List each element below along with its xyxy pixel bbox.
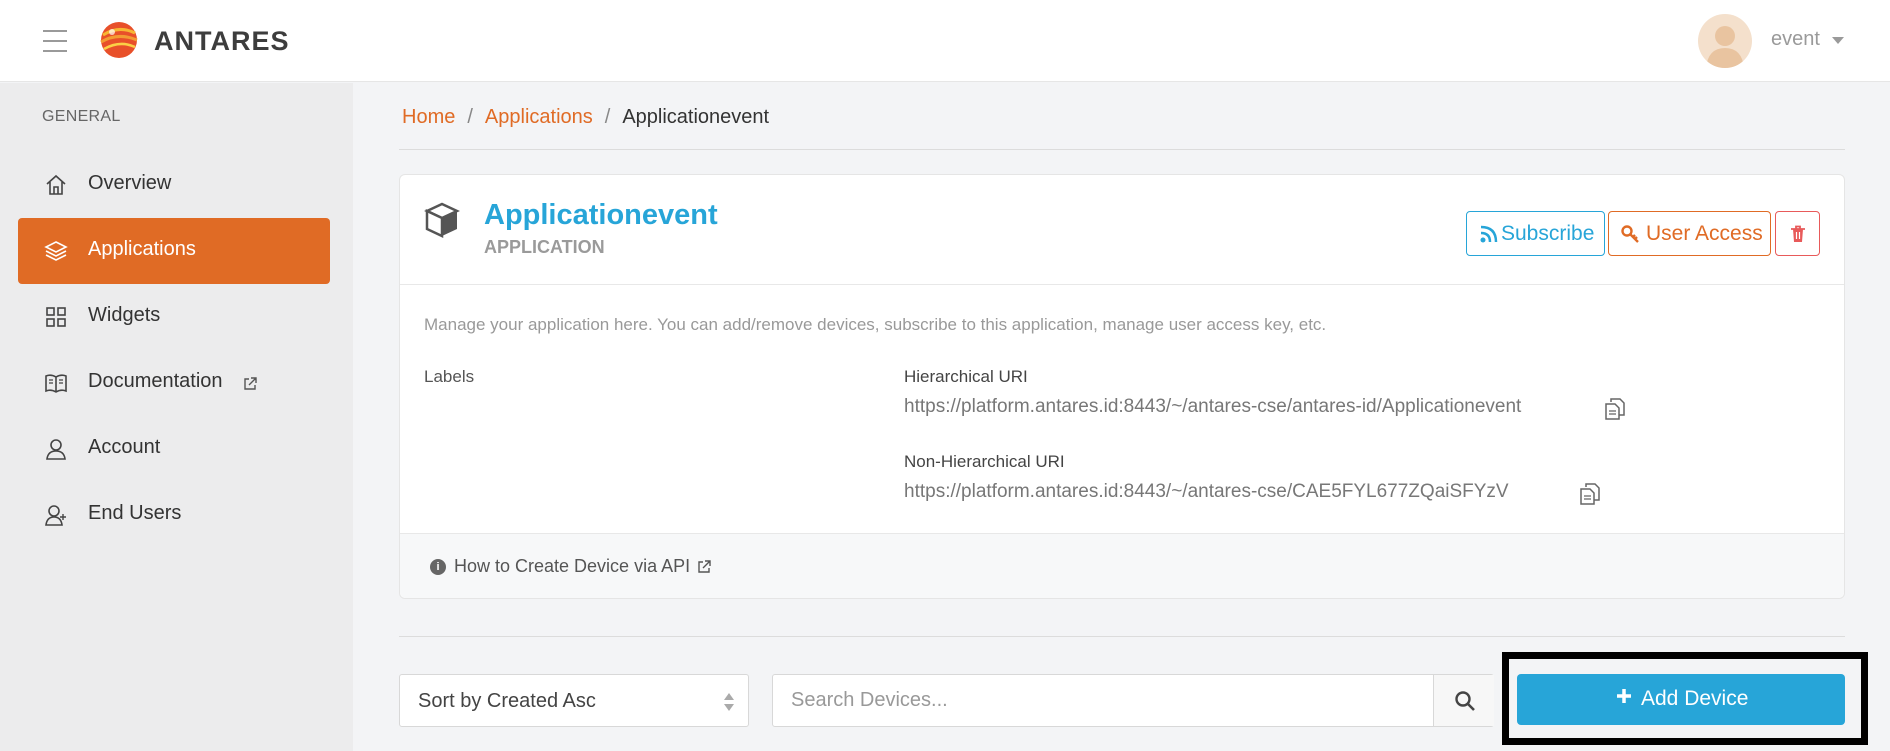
grid-icon: [46, 307, 66, 327]
sidebar-item-documentation[interactable]: Documentation: [18, 350, 330, 416]
delete-button[interactable]: [1775, 211, 1820, 256]
avatar[interactable]: [1698, 14, 1752, 68]
user-menu-name[interactable]: event: [1771, 28, 1820, 51]
subscribe-label: Subscribe: [1501, 222, 1595, 245]
copy-icon[interactable]: [1579, 482, 1601, 506]
breadcrumb-home[interactable]: Home: [402, 106, 455, 128]
divider: [399, 636, 1845, 637]
breadcrumb-separator: /: [604, 106, 611, 128]
application-description: Manage your application here. You can ad…: [424, 315, 1327, 334]
non-hierarchical-uri-label: Non-Hierarchical URI: [904, 452, 1065, 471]
sort-select-value: Sort by Created Asc: [418, 690, 596, 712]
breadcrumb-current: Applicationevent: [622, 106, 770, 128]
user-icon: [46, 439, 66, 460]
layers-icon: [44, 241, 68, 261]
sidebar-item-label: Documentation: [88, 370, 223, 392]
rss-icon: [1480, 225, 1498, 243]
top-bar: ANTARES event: [0, 0, 1890, 82]
users-icon: [45, 505, 66, 526]
page-title: Applicationevent: [484, 199, 718, 231]
external-link-icon: [244, 377, 257, 390]
cube-icon: [424, 202, 460, 238]
sidebar-item-applications[interactable]: Applications: [18, 218, 330, 284]
brand-name: ANTARES: [154, 26, 290, 56]
sidebar-item-label: Account: [88, 436, 161, 458]
user-access-button[interactable]: User Access: [1608, 211, 1771, 256]
sidebar-item-label: Applications: [88, 238, 196, 260]
sidebar-item-end-users[interactable]: End Users: [18, 482, 330, 548]
info-icon: i: [430, 559, 446, 575]
search-button[interactable]: [1433, 675, 1494, 726]
antares-logo[interactable]: [98, 20, 140, 60]
breadcrumb-separator: /: [467, 106, 473, 128]
application-card: Applicationevent APPLICATION Subscribe U…: [399, 174, 1845, 599]
add-device-label: Add Device: [1641, 687, 1749, 710]
chevron-down-icon[interactable]: [1832, 37, 1844, 44]
home-icon: [46, 174, 66, 195]
search-input[interactable]: [773, 675, 1433, 726]
copy-icon[interactable]: [1604, 397, 1626, 421]
non-hierarchical-uri-value: https://platform.antares.id:8443/~/antar…: [904, 481, 1509, 502]
sidebar-heading: GENERAL: [42, 108, 121, 125]
card-footer: i How to Create Device via API: [400, 533, 1844, 598]
hierarchical-uri-label: Hierarchical URI: [904, 367, 1028, 386]
sidebar-item-overview[interactable]: Overview: [18, 152, 330, 218]
breadcrumb: Home / Applications / Applicationevent: [402, 106, 769, 129]
sort-select[interactable]: Sort by Created Asc: [399, 674, 749, 727]
sidebar-item-label: Widgets: [88, 304, 161, 326]
search-bar: [772, 674, 1494, 727]
sidebar: GENERAL Overview Applications Widgets Do…: [0, 83, 353, 751]
sidebar-item-widgets[interactable]: Widgets: [18, 284, 330, 350]
plus-icon: [1617, 689, 1631, 703]
key-icon: [1621, 225, 1639, 243]
menu-icon[interactable]: [43, 30, 67, 52]
book-icon: [45, 374, 67, 393]
external-link-icon[interactable]: [696, 559, 712, 575]
sort-arrows-icon: [724, 693, 734, 711]
subscribe-button[interactable]: Subscribe: [1466, 211, 1605, 256]
trash-icon: [1791, 225, 1805, 242]
card-header: Applicationevent APPLICATION Subscribe U…: [400, 175, 1844, 285]
labels-heading: Labels: [424, 367, 475, 386]
user-access-label: User Access: [1646, 222, 1763, 245]
breadcrumb-applications[interactable]: Applications: [485, 106, 593, 128]
divider: [399, 149, 1845, 150]
hierarchical-uri-value: https://platform.antares.id:8443/~/antar…: [904, 396, 1522, 417]
sidebar-item-label: End Users: [88, 502, 182, 524]
add-device-button[interactable]: Add Device: [1517, 674, 1845, 725]
sidebar-item-label: Overview: [88, 172, 172, 194]
search-icon: [1455, 691, 1475, 711]
page-subtitle: APPLICATION: [484, 237, 605, 257]
api-docs-link[interactable]: How to Create Device via API: [454, 556, 690, 577]
sidebar-item-account[interactable]: Account: [18, 416, 330, 482]
